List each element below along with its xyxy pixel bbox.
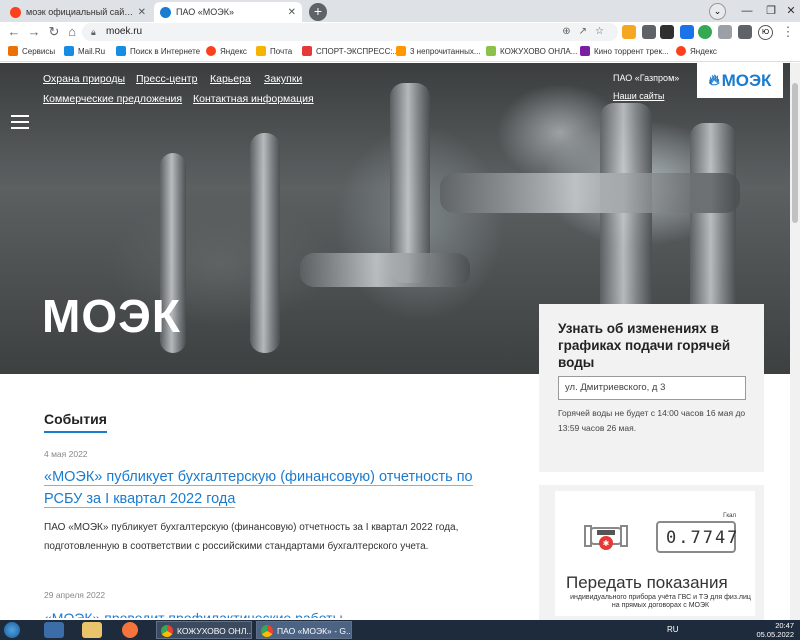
windows-start-icon[interactable] <box>4 622 20 638</box>
yandex-icon <box>206 46 216 56</box>
menu-kebab-icon[interactable]: ⋮ <box>780 23 796 41</box>
extension-icon[interactable] <box>680 25 694 39</box>
meter-subtitle: индивидуального прибора учёта ГВС и ТЭ д… <box>570 594 751 609</box>
nav-link-career[interactable]: Карьера <box>210 73 251 85</box>
panel-title: Узнать об изменениях в графиках подачи г… <box>558 321 731 370</box>
lock-icon: 🔒︎ <box>91 27 96 37</box>
language-indicator[interactable]: RU <box>667 625 679 634</box>
moek-favicon-icon <box>160 6 171 18</box>
windows-taskbar: КОЖУХОВО ОНЛ... ПАО «МОЭК» - G... RU 20:… <box>0 620 800 640</box>
gazprom-link[interactable]: ПАО «Газпром» <box>613 73 679 83</box>
pipe-decoration <box>250 133 280 353</box>
our-sites-link[interactable]: Наши сайты <box>613 91 664 101</box>
nav-link-purchases[interactable]: Закупки <box>264 73 302 85</box>
apps-grid-icon <box>8 46 18 56</box>
mail-icon <box>256 46 266 56</box>
bookmark-apps[interactable]: Сервисы <box>8 46 55 56</box>
close-tab-icon[interactable]: ✕ <box>288 7 296 18</box>
event-date: 29 апреля 2022 <box>44 590 106 600</box>
new-tab-button[interactable]: + <box>309 3 327 21</box>
chrome-icon <box>261 625 273 637</box>
home-icon[interactable]: ⌂ <box>64 23 80 41</box>
media-player-icon[interactable] <box>44 622 64 638</box>
water-meter-icon: ✱ <box>584 525 628 550</box>
bookmarks-bar: Сервисы Mail.Ru Поиск в Интернете Яндекс… <box>0 42 800 62</box>
hot-water-schedule-panel: Узнать об изменениях в графиках подачи г… <box>539 304 764 472</box>
omnibox-actions[interactable]: ⊕↗☆ <box>562 23 612 41</box>
kozhuhovo-icon <box>486 46 496 56</box>
mailru-icon <box>64 46 74 56</box>
close-window-icon[interactable]: ✕ <box>776 0 800 22</box>
address-bar[interactable]: 🔒︎ moek.ru ⊕↗☆ <box>82 23 618 41</box>
browser-tab-strip: моэк официальный сайт — Янд ✕ ПАО «МОЭК»… <box>0 0 800 22</box>
events-heading: События <box>44 411 107 433</box>
bookmark-search[interactable]: Поиск в Интернете <box>116 46 200 56</box>
event-title-link[interactable]: «МОЭК» публикует бухгалтерскую (финансов… <box>44 466 514 510</box>
extension-icon[interactable] <box>622 25 636 39</box>
nav-link-commercial[interactable]: Коммерческие предложения <box>43 93 182 105</box>
sport-express-icon <box>302 46 312 56</box>
bookmark-mail[interactable]: Почта <box>256 46 292 56</box>
firefox-icon[interactable] <box>122 622 138 638</box>
back-icon[interactable]: ← <box>6 23 22 41</box>
scrollbar-thumb[interactable] <box>792 83 798 223</box>
nav-link-contacts[interactable]: Контактная информация <box>193 93 314 105</box>
tab-moek[interactable]: ПАО «МОЭК» ✕ <box>154 2 302 22</box>
taskbar-item-kozhuhovo[interactable]: КОЖУХОВО ОНЛ... <box>156 621 252 639</box>
bookmark-mailru[interactable]: Mail.Ru <box>64 46 105 56</box>
bookmark-yandex[interactable]: Яндекс <box>206 46 247 56</box>
meter-unit: Гкал <box>723 513 736 519</box>
meter-title[interactable]: Передать показания <box>566 573 728 593</box>
event-title-link[interactable]: «МОЭК» проводит профилактические работы <box>44 608 524 618</box>
gas-flame-icon: 🔥︎ <box>708 72 720 89</box>
outage-note: Горячей воды не будет с 14:00 часов 16 м… <box>558 408 746 433</box>
browser-toolbar: ← → ↻ ⌂ 🔒︎ moek.ru ⊕↗☆ Ю ⋮ <box>0 22 800 42</box>
event-date: 4 мая 2022 <box>44 449 88 459</box>
logo-text: МОЭК <box>721 70 772 90</box>
yandex-favicon-icon <box>10 6 21 18</box>
pipe-decoration <box>300 253 470 287</box>
extension-icon[interactable] <box>642 25 656 39</box>
bookmark-kino[interactable]: Кино торрент трек... <box>580 46 669 56</box>
url-text: moek.ru <box>106 26 143 37</box>
extension-icon[interactable] <box>698 25 712 39</box>
meter-reading-panel[interactable]: ✱ 0.7747 Гкал Передать показания индивид… <box>539 485 764 620</box>
tab-yandex-search[interactable]: моэк официальный сайт — Янд ✕ <box>4 2 152 22</box>
file-explorer-icon[interactable] <box>82 622 102 638</box>
profile-avatar[interactable]: Ю <box>758 25 773 40</box>
bookmark-unread[interactable]: 3 непрочитанных... <box>396 46 481 56</box>
address-input[interactable]: ул. Дмитриевского, д 3 <box>558 376 746 400</box>
extension-icon[interactable] <box>718 25 732 39</box>
mail-unread-icon <box>396 46 406 56</box>
bookmark-sport-express[interactable]: СПОРТ-ЭКСПРЕСС:... <box>302 46 399 56</box>
bookmark-kozhuhovo[interactable]: КОЖУХОВО ОНЛА... <box>486 46 577 56</box>
page-scrollbar[interactable] <box>790 63 800 620</box>
extension-icon[interactable] <box>660 25 674 39</box>
tab-search-icon[interactable]: ⌄ <box>709 3 726 20</box>
nav-link-ecology[interactable]: Охрана природы <box>43 73 125 85</box>
yandex-icon <box>676 46 686 56</box>
bookmark-yandex-2[interactable]: Яндекс <box>676 46 717 56</box>
hero-title: МОЭК <box>42 290 181 342</box>
taskbar-item-moek[interactable]: ПАО «МОЭК» - G... <box>256 621 352 639</box>
meter-digits: 0.7747 <box>666 528 740 548</box>
chrome-icon <box>161 625 173 637</box>
nav-link-press[interactable]: Пресс-центр <box>136 73 197 85</box>
forward-icon[interactable]: → <box>26 23 42 41</box>
extensions-puzzle-icon[interactable] <box>738 25 752 39</box>
kino-icon <box>580 46 590 56</box>
close-tab-icon[interactable]: ✕ <box>138 7 146 18</box>
reload-icon[interactable]: ↻ <box>46 23 62 41</box>
hamburger-menu-icon[interactable] <box>11 115 29 133</box>
system-clock[interactable]: 20:47 05.05.2022 <box>756 620 794 640</box>
search-site-icon <box>116 46 126 56</box>
event-description: ПАО «МОЭК» публикует бухгалтерскую (фина… <box>44 522 459 552</box>
pipe-decoration <box>440 173 740 213</box>
svg-text:✱: ✱ <box>603 539 610 548</box>
tab-title: моэк официальный сайт — Янд <box>26 7 134 17</box>
heat-meter-display: 0.7747 Гкал <box>656 513 740 553</box>
tab-title: ПАО «МОЭК» <box>176 7 234 17</box>
moek-logo[interactable]: 🔥︎ МОЭК <box>697 63 783 98</box>
